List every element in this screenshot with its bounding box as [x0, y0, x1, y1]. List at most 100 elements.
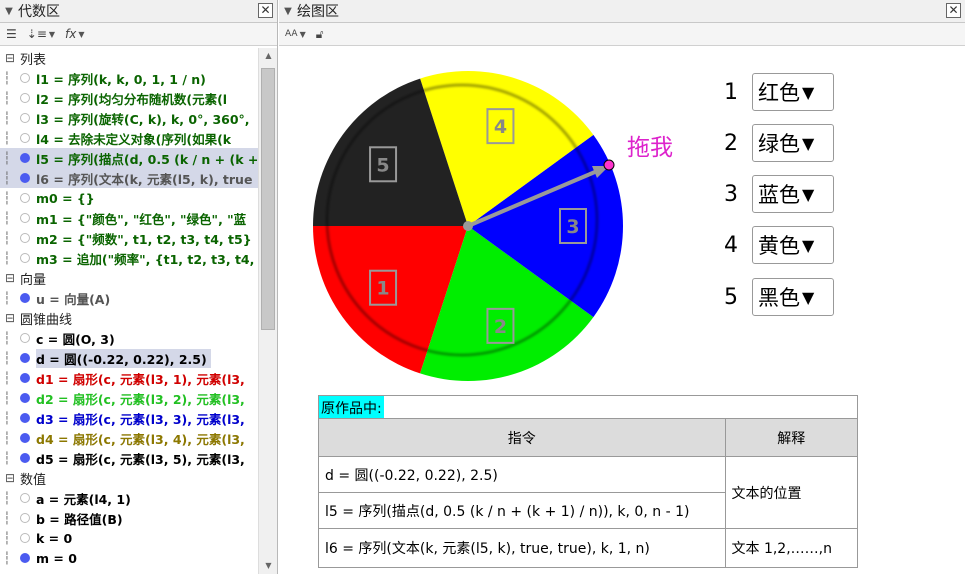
collapse-triangle-icon[interactable]: ▼: [279, 6, 297, 17]
color-dropdown[interactable]: 红色 ▼: [752, 73, 834, 111]
color-dropdown[interactable]: 黄色 ▼: [752, 226, 834, 264]
list-item-m2[interactable]: ┆ m2 = {"频数", t1, t2, t3, t4, t5}: [0, 228, 258, 248]
visibility-toggle[interactable]: [20, 513, 30, 523]
list-item-d2[interactable]: ┆ d2 = 扇形(c, 元素(l3, 2), 元素(l3,: [0, 388, 258, 408]
list-item-b[interactable]: ┆ b = 路径值(B): [0, 508, 258, 528]
visibility-toggle[interactable]: [20, 173, 30, 183]
expression: c = 圆(O, 3): [36, 331, 115, 347]
visibility-toggle[interactable]: [20, 333, 30, 343]
fx-label: fx: [65, 27, 77, 41]
list-item-d5[interactable]: ┆ d5 = 扇形(c, 元素(l3, 5), 元素(l3,: [0, 448, 258, 468]
list-item-l4[interactable]: ┆ l4 = 去除未定义对象(序列(如果(k: [0, 128, 258, 148]
header-command: 指令: [319, 418, 725, 457]
list-item-d[interactable]: ┆ d = 圆((-0.22, 0.22), 2.5): [0, 348, 258, 368]
visibility-toggle[interactable]: [20, 213, 30, 223]
sector-label: 1: [376, 278, 389, 300]
explain-cell: 文本 1,2,……,n: [724, 528, 857, 567]
visibility-toggle[interactable]: [20, 193, 30, 203]
scroll-thumb[interactable]: [261, 68, 275, 330]
expression: l2 = 序列(均匀分布随机数(元素(l: [36, 91, 228, 107]
color-dropdown[interactable]: 绿色 ▼: [752, 124, 834, 162]
algebra-scrollbar[interactable]: ▲ ▼: [258, 48, 277, 574]
expression: d5 = 扇形(c, 元素(l3, 5), 元素(l3,: [36, 451, 245, 467]
expression: m2 = {"频数", t1, t2, t3, t4, t5}: [36, 231, 252, 247]
category-label: 向量: [20, 272, 47, 288]
list-item-l2[interactable]: ┆ l2 = 序列(均匀分布随机数(元素(l: [0, 88, 258, 108]
visibility-toggle[interactable]: [20, 373, 30, 383]
visibility-toggle[interactable]: [20, 533, 30, 543]
list-item-l6[interactable]: ┆ l6 = 序列(文本(k, 元素(l5, k), true: [0, 168, 258, 188]
visibility-toggle[interactable]: [20, 553, 30, 563]
list-item-m3[interactable]: ┆ m3 = 追加("频率", {t1, t2, t3, t4, t: [0, 248, 258, 268]
expression: l5 = 序列(描点(d, 0.5 (k / n + (k +: [36, 151, 258, 167]
visibility-toggle[interactable]: [20, 73, 30, 83]
category-number[interactable]: ⊟ 数值: [0, 468, 258, 488]
fx-button[interactable]: fx ▼: [65, 27, 84, 41]
dropdown-arrow-icon: ▼: [802, 133, 815, 153]
row-number: 3: [724, 181, 738, 207]
list-item-u[interactable]: ┆ u = 向量(A): [0, 288, 258, 308]
minus-icon[interactable]: ⊟: [0, 471, 20, 485]
color-dropdown[interactable]: 黑色 ▼: [752, 278, 834, 316]
lock-icon[interactable]: 🔓︎: [316, 27, 324, 42]
list-item-d1[interactable]: ┆ d1 = 扇形(c, 元素(l3, 1), 元素(l3,: [0, 368, 258, 388]
sort-icon[interactable]: ⇣≡ ▼: [27, 27, 55, 41]
visibility-toggle[interactable]: [20, 233, 30, 243]
info-table: 原作品中: 指令 解释 d = 圆((-0.22, 0.22), 2.5) 文本…: [318, 395, 858, 568]
expression: l6 = 序列(文本(k, 元素(l5, k), true: [36, 171, 253, 187]
list-view-icon[interactable]: ☰: [6, 27, 17, 41]
visibility-toggle[interactable]: [20, 93, 30, 103]
visibility-toggle[interactable]: [20, 353, 30, 363]
category-list[interactable]: ⊟ 列表: [0, 48, 258, 68]
minus-icon[interactable]: ⊟: [0, 311, 20, 325]
dropdown-value: 绿色: [758, 132, 800, 156]
visibility-toggle[interactable]: [20, 413, 30, 423]
close-algebra-button[interactable]: ✕: [258, 3, 273, 18]
drag-point[interactable]: [603, 159, 615, 171]
list-item-a[interactable]: ┆ a = 元素(l4, 1): [0, 488, 258, 508]
expression: d4 = 扇形(c, 元素(l3, 4), 元素(l3,: [36, 431, 245, 447]
visibility-toggle[interactable]: [20, 293, 30, 303]
visibility-toggle[interactable]: [20, 453, 30, 463]
row-number: 1: [724, 79, 738, 105]
visibility-toggle[interactable]: [20, 153, 30, 163]
minus-icon[interactable]: ⊟: [0, 51, 20, 65]
visibility-toggle[interactable]: [20, 393, 30, 403]
graphics-pane: ▼ 绘图区 ✕ AA ▼ 🔓︎ 12345 拖我 1 红色 ▼ 2 绿色 ▼ 3 蓝色 ▼ 4 黄色 ▼…: [279, 0, 965, 574]
list-item-d4[interactable]: ┆ d4 = 扇形(c, 元素(l3, 4), 元素(l3,: [0, 428, 258, 448]
visibility-toggle[interactable]: [20, 493, 30, 503]
list-item-l3[interactable]: ┆ l3 = 序列(旋转(C, k), k, 0°, 360°,: [0, 108, 258, 128]
row-number: 2: [724, 130, 738, 156]
minus-icon[interactable]: ⊟: [0, 271, 20, 285]
list-item-k[interactable]: ┆ k = 0: [0, 528, 258, 548]
text-style-button[interactable]: AA ▼: [285, 29, 306, 39]
color-row: 1 红色 ▼: [724, 73, 834, 111]
list-item-d3[interactable]: ┆ d3 = 扇形(c, 元素(l3, 3), 元素(l3,: [0, 408, 258, 428]
expression: k = 0: [36, 530, 73, 546]
visibility-toggle[interactable]: [20, 133, 30, 143]
category-vector[interactable]: ⊟ 向量: [0, 268, 258, 288]
collapse-triangle-icon[interactable]: ▼: [0, 6, 18, 17]
visibility-toggle[interactable]: [20, 113, 30, 123]
color-dropdown[interactable]: 蓝色 ▼: [752, 175, 834, 213]
scroll-down-icon[interactable]: ▼: [259, 558, 278, 574]
category-label: 列表: [20, 52, 47, 68]
drag-me-label: 拖我: [627, 135, 673, 161]
list-item-l1[interactable]: ┆ l1 = 序列(k, k, 0, 1, 1 / n): [0, 68, 258, 88]
scroll-up-icon[interactable]: ▲: [259, 48, 278, 64]
drawing-canvas[interactable]: 1 2 3 4 5 拖我: [279, 48, 965, 393]
expression: l4 = 去除未定义对象(序列(如果(k: [36, 131, 232, 147]
visibility-toggle[interactable]: [20, 433, 30, 443]
close-graphics-button[interactable]: ✕: [946, 3, 961, 18]
color-row: 4 黄色 ▼: [724, 226, 834, 264]
list-item-m[interactable]: ┆ m = 0: [0, 548, 258, 568]
algebra-toolbar: ☰ ⇣≡ ▼ fx ▼: [0, 23, 277, 46]
category-conic[interactable]: ⊟ 圆锥曲线: [0, 308, 258, 328]
list-item-m0[interactable]: ┆ m0 = {}: [0, 188, 258, 208]
dropdown-arrow-icon: ▼: [802, 287, 815, 307]
list-item-m1[interactable]: ┆ m1 = {"颜色", "红色", "绿色", "蓝: [0, 208, 258, 228]
aa-label: AA: [285, 29, 298, 39]
visibility-toggle[interactable]: [20, 253, 30, 263]
list-item-c[interactable]: ┆ c = 圆(O, 3): [0, 328, 258, 348]
list-item-l5[interactable]: ┆ l5 = 序列(描点(d, 0.5 (k / n + (k +: [0, 148, 258, 168]
